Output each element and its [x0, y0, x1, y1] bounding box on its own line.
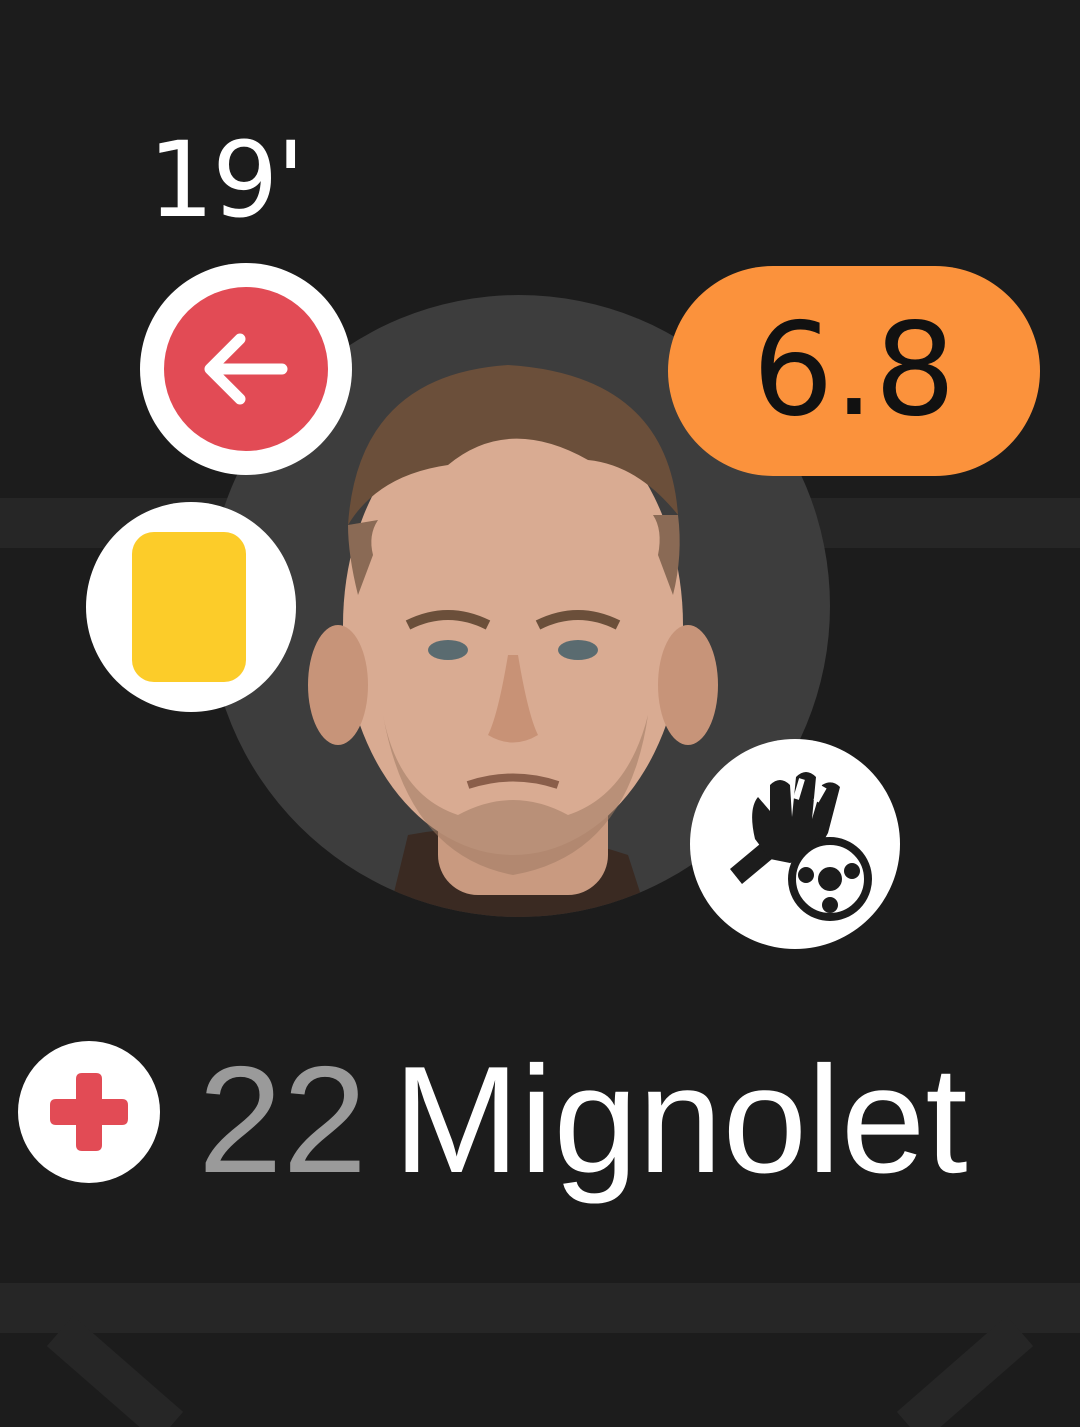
- substitution-off-badge: [140, 263, 352, 475]
- arrow-left-icon: [204, 333, 288, 405]
- substitution-minute: 19': [148, 119, 305, 241]
- player-rating-badge: 6.8: [668, 266, 1040, 476]
- goalkeeper-save-badge: [690, 739, 900, 949]
- goalkeeper-glove-save-icon: [730, 772, 872, 921]
- yellow-card-icon: [132, 532, 246, 682]
- player-name: Mignolet: [393, 1035, 968, 1205]
- pitch-penalty-arc: [46, 1315, 1034, 1427]
- player-label[interactable]: 22 Mignolet: [198, 1040, 968, 1200]
- yellow-card-badge: [86, 502, 296, 712]
- injury-badge: [18, 1041, 160, 1183]
- shirt-number: 22: [198, 1035, 368, 1205]
- substitution-off-circle: [164, 287, 328, 451]
- injury-cross-icon: [50, 1073, 128, 1151]
